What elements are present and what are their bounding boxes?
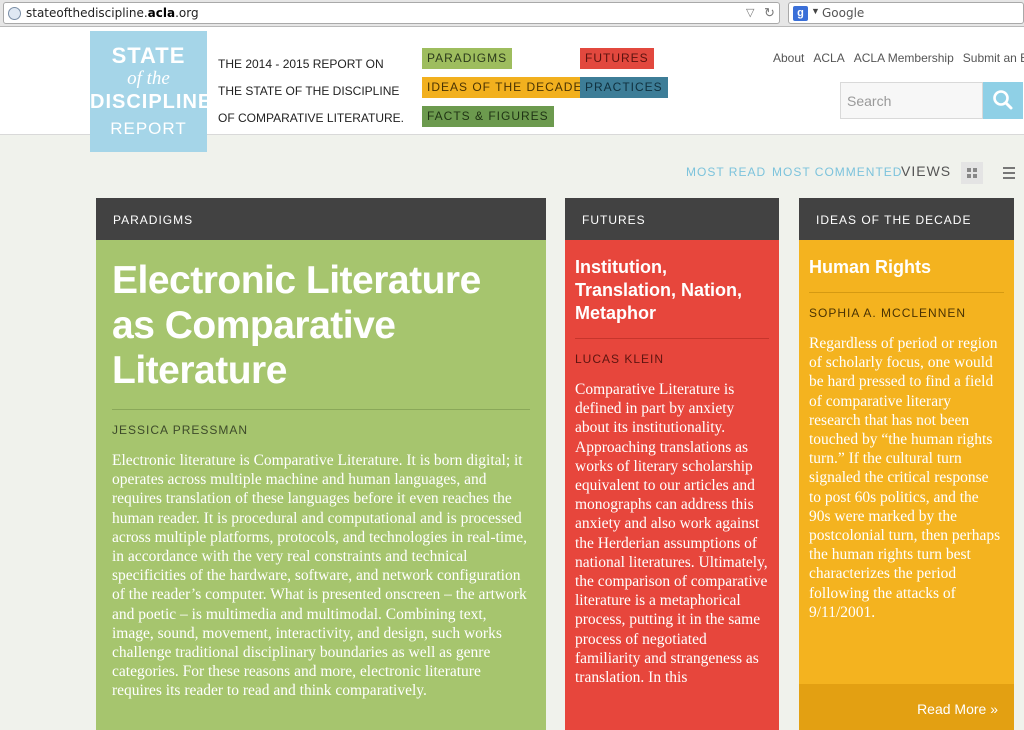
card-author[interactable]: SOPHIA A. MCCLENNEN — [809, 306, 1004, 320]
dropdown-arrow-icon[interactable]: ▽ — [746, 6, 754, 19]
divider — [809, 292, 1004, 293]
card-author[interactable]: JESSICA PRESSMAN — [112, 423, 530, 437]
address-bar[interactable]: stateofthediscipline.acla.org ▽ ↻ — [3, 2, 780, 24]
google-icon[interactable]: g — [793, 6, 808, 21]
card-category[interactable]: IDEAS OF THE DECADE — [799, 198, 1014, 240]
nav-facts-and-figures[interactable]: FACTS & FIGURES — [422, 106, 554, 127]
card-category[interactable]: FUTURES — [565, 198, 779, 240]
read-more-link[interactable]: Read More » — [917, 701, 998, 717]
card-body: Human Rights SOPHIA A. MCCLENNEN Regardl… — [799, 240, 1014, 730]
article-card-paradigms[interactable]: PARADIGMS Electronic Literature as Compa… — [96, 198, 546, 730]
browser-toolbar: stateofthediscipline.acla.org ▽ ↻ g ▼ Go… — [0, 0, 1024, 27]
nav-ideas-of-the-decade[interactable]: IDEAS OF THE DECADE — [422, 77, 588, 98]
caret-down-icon[interactable]: ▼ — [811, 6, 820, 16]
list-view-icon[interactable] — [1001, 163, 1019, 183]
card-title[interactable]: Human Rights — [809, 256, 1004, 279]
read-more-bar: Read More » — [799, 684, 1014, 730]
url-text[interactable]: stateofthediscipline.acla.org — [26, 6, 199, 20]
search-engine-label: Google — [822, 6, 865, 20]
reload-icon[interactable]: ↻ — [764, 5, 775, 21]
sort-most-read[interactable]: MOST READ — [686, 165, 766, 179]
card-body: Electronic Literature as Comparative Lit… — [96, 240, 546, 730]
divider — [112, 409, 530, 410]
card-title[interactable]: Institution, Translation, Nation, Metaph… — [575, 256, 769, 325]
divider — [575, 338, 769, 339]
site-tagline: THE 2014 - 2015 REPORT ON THE STATE OF T… — [218, 57, 405, 125]
globe-icon — [8, 7, 21, 20]
card-title[interactable]: Electronic Literature as Comparative Lit… — [112, 258, 530, 393]
sort-most-commented[interactable]: MOST COMMENTED — [772, 165, 902, 179]
top-links: About ACLA ACLA Membership Submit an Entry — [773, 51, 1024, 65]
card-body: Institution, Translation, Nation, Metaph… — [565, 240, 779, 730]
card-excerpt: Comparative Literature is defined in par… — [575, 381, 768, 687]
link-about[interactable]: About — [773, 51, 804, 65]
browser-search-box[interactable]: g ▼ Google — [788, 2, 1024, 24]
search-button[interactable] — [983, 82, 1023, 119]
card-excerpt: Electronic literature is Comparative Lit… — [112, 452, 527, 700]
article-card-ideas-of-the-decade[interactable]: IDEAS OF THE DECADE Human Rights SOPHIA … — [799, 198, 1014, 730]
card-excerpt: Regardless of period or region of schola… — [809, 335, 1001, 621]
nav-futures[interactable]: FUTURES — [580, 48, 654, 69]
card-author[interactable]: LUCAS KLEIN — [575, 352, 769, 366]
card-category[interactable]: PARADIGMS — [96, 198, 546, 240]
article-card-futures[interactable]: FUTURES Institution, Translation, Nation… — [565, 198, 779, 730]
search-input[interactable] — [840, 82, 983, 119]
nav-paradigms[interactable]: PARADIGMS — [422, 48, 513, 69]
link-submit-entry[interactable]: Submit an Entry — [963, 51, 1024, 65]
site-logo[interactable]: STATE of the DISCIPLINE REPORT — [90, 31, 211, 152]
search-icon — [993, 90, 1013, 110]
link-acla[interactable]: ACLA — [813, 51, 844, 65]
link-acla-membership[interactable]: ACLA Membership — [854, 51, 954, 65]
views-label: VIEWS — [901, 163, 952, 179]
nav-practices[interactable]: PRACTICES — [580, 77, 668, 98]
grid-view-icon[interactable] — [961, 162, 983, 184]
